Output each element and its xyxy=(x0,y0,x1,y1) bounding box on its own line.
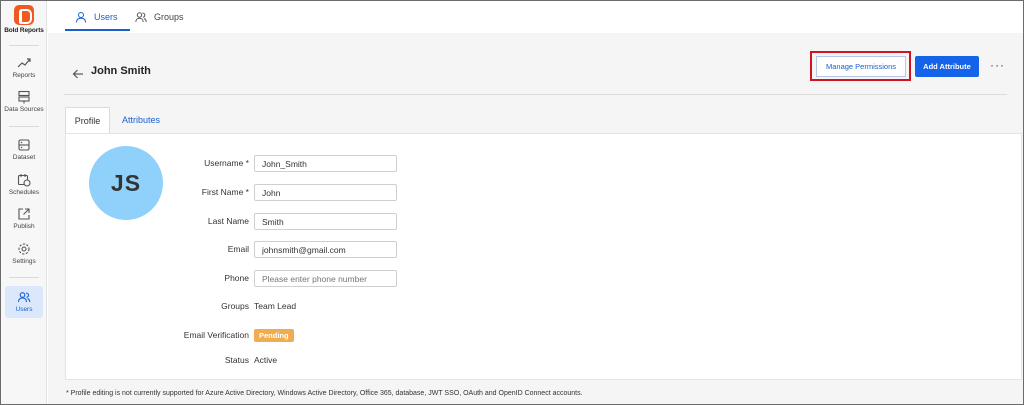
first-name-row: First Name * xyxy=(66,184,466,202)
sidebar-item-label: Reports xyxy=(12,72,36,79)
sidebar-item-publish[interactable]: Publish xyxy=(1,207,47,230)
users-icon xyxy=(17,292,31,303)
trend-icon xyxy=(17,58,31,68)
header-divider xyxy=(64,94,1007,95)
email-verification-row: Email Verification Pending xyxy=(66,327,466,345)
email-row: Email xyxy=(66,241,466,259)
gear-icon xyxy=(18,243,30,255)
tab-attributes[interactable]: Attributes xyxy=(114,107,168,133)
groups-label: Groups xyxy=(221,301,249,311)
status-badge: Pending xyxy=(254,329,294,342)
username-label: Username * xyxy=(204,158,249,168)
add-attribute-button[interactable]: Add Attribute xyxy=(915,56,979,77)
sidebar-item-schedules[interactable]: Schedules xyxy=(1,173,47,196)
email-verification-label: Email Verification xyxy=(183,330,249,340)
groups-row: Groups Team Lead xyxy=(66,298,466,316)
tab-profile[interactable]: Profile xyxy=(65,107,110,133)
first-name-label: First Name * xyxy=(201,187,249,197)
tab-users[interactable]: Users xyxy=(65,1,129,33)
sidebar-item-label: Publish xyxy=(13,223,35,230)
last-name-field[interactable] xyxy=(254,213,397,230)
tab-label: Groups xyxy=(154,12,184,22)
phone-field[interactable] xyxy=(254,270,397,287)
database-icon xyxy=(18,90,30,104)
dataset-icon xyxy=(18,139,30,151)
username-row: Username * xyxy=(66,155,466,173)
main-content: John Smith Manage Permissions Add Attrib… xyxy=(48,33,1023,404)
sidebar-item-label: Schedules xyxy=(8,189,40,196)
sidebar-divider xyxy=(9,126,39,127)
calendar-clock-icon xyxy=(17,174,31,187)
tab-groups[interactable]: Groups xyxy=(135,1,184,33)
username-field[interactable] xyxy=(254,155,397,172)
groups-value: Team Lead xyxy=(254,301,297,311)
sidebar-divider xyxy=(9,277,39,278)
sidebar-item-data-sources[interactable]: Data Sources xyxy=(1,90,47,113)
sidebar-item-label: Users xyxy=(15,306,33,313)
sidebar-divider xyxy=(9,45,39,46)
user-icon xyxy=(76,12,86,23)
sidebar: Bold Reports Reports Data Sources Datase… xyxy=(1,1,47,404)
back-arrow-icon[interactable] xyxy=(72,68,84,80)
email-field[interactable] xyxy=(254,241,397,258)
last-name-label: Last Name xyxy=(207,216,249,226)
brand-name: Bold Reports xyxy=(4,27,44,34)
publish-icon xyxy=(18,208,30,220)
profile-panel: JS Username * First Name * Last Name Ema… xyxy=(65,133,1022,380)
tab-label: Users xyxy=(94,12,118,22)
more-options-icon[interactable]: ··· xyxy=(990,58,1005,72)
brand-logo[interactable]: Bold Reports xyxy=(1,5,47,34)
sidebar-item-users[interactable]: Users xyxy=(5,286,43,318)
email-label: Email xyxy=(227,244,249,254)
phone-label: Phone xyxy=(224,273,249,283)
status-row: Status Active xyxy=(66,352,466,370)
page-title: John Smith xyxy=(91,65,151,77)
sidebar-item-label: Settings xyxy=(12,258,36,265)
bold-reports-logo-icon xyxy=(14,5,34,25)
status-label: Status xyxy=(224,355,249,365)
sidebar-item-reports[interactable]: Reports xyxy=(1,56,47,79)
last-name-row: Last Name xyxy=(66,213,466,231)
sidebar-item-dataset[interactable]: Dataset xyxy=(1,138,47,161)
group-icon xyxy=(135,12,147,23)
status-value: Active xyxy=(254,355,278,365)
sidebar-item-label: Data Sources xyxy=(4,106,44,113)
footnote: * Profile editing is not currently suppo… xyxy=(66,390,583,397)
top-tab-bar: Users Groups xyxy=(48,1,1023,33)
phone-row: Phone xyxy=(66,270,466,288)
sidebar-item-settings[interactable]: Settings xyxy=(1,242,47,265)
manage-permissions-button[interactable]: Manage Permissions xyxy=(816,56,906,77)
first-name-field[interactable] xyxy=(254,184,397,201)
sidebar-item-label: Dataset xyxy=(12,154,36,161)
